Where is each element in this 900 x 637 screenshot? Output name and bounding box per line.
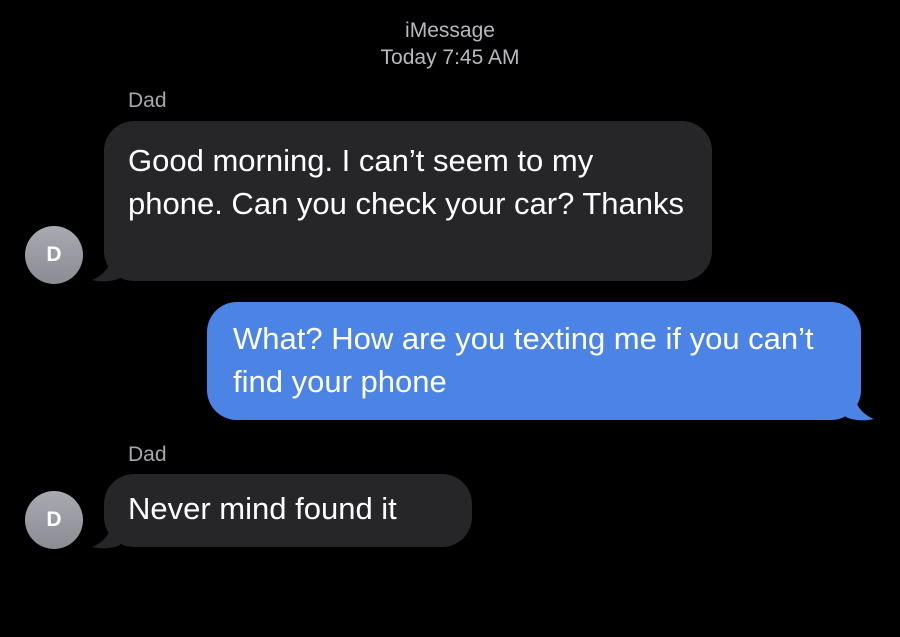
service-label: iMessage	[405, 19, 495, 42]
sender-name: Dad	[128, 443, 167, 466]
message-bubble-received[interactable]: Good morning. I can’t seem to my phone. …	[104, 121, 712, 281]
message-bubble-received[interactable]: Never mind found it	[104, 474, 472, 547]
message-timestamp: Today 7:45 AM	[380, 46, 520, 69]
avatar[interactable]: D	[25, 491, 83, 549]
avatar[interactable]: D	[25, 226, 83, 284]
conversation-header: iMessage Today 7:45 AM	[0, 18, 900, 72]
sender-name: Dad	[128, 89, 167, 112]
message-bubble-sent[interactable]: What? How are you texting me if you can’…	[207, 302, 861, 420]
